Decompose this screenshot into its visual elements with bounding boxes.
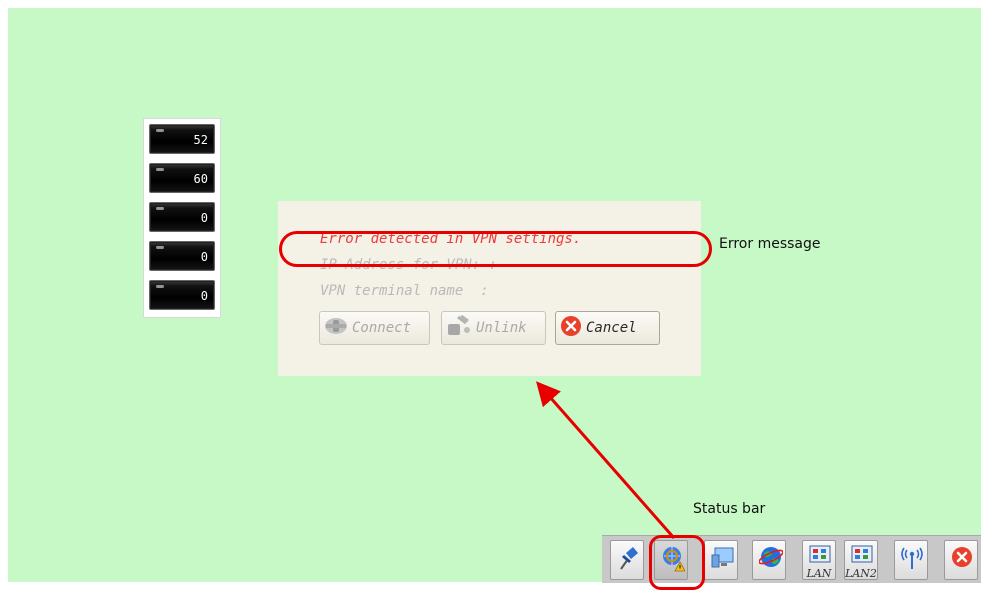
- error-message-annotation: Error message: [719, 236, 821, 252]
- status-bar-annotation: Status bar: [693, 501, 766, 517]
- error-highlight: [279, 231, 712, 267]
- annotation-arrow: [536, 381, 676, 539]
